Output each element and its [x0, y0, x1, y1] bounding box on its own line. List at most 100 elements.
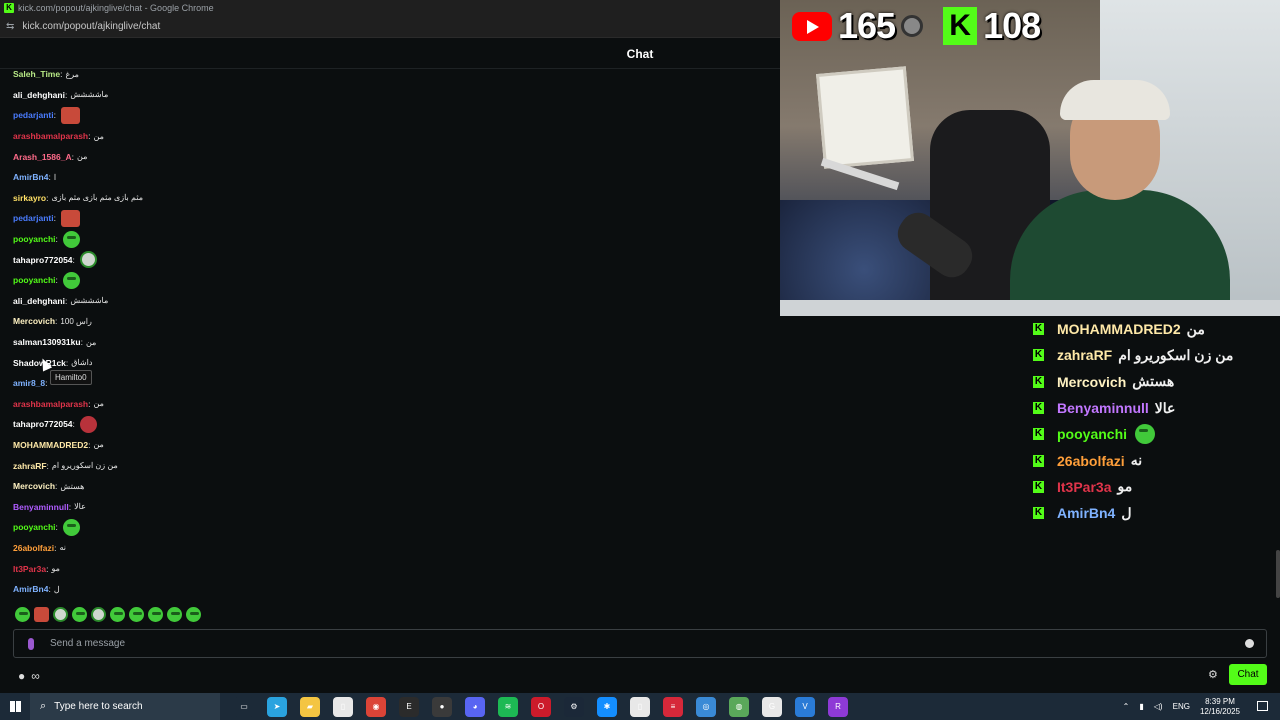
chat-username[interactable]: Saleh_Time — [13, 69, 60, 79]
kick-badge-icon: K — [1033, 480, 1044, 493]
emoji-picker-icon[interactable] — [1245, 639, 1254, 648]
chat-username[interactable]: MOHAMMADRED2 — [13, 440, 88, 450]
chat-username[interactable]: AmirBn4 — [13, 584, 48, 594]
spotify-icon[interactable]: ≋ — [498, 696, 518, 717]
send-chat-button[interactable]: Chat — [1229, 664, 1267, 685]
overlay-message: K Benyaminnull عالا — [1033, 395, 1280, 421]
chevron-up-icon[interactable]: ⌃ — [1123, 702, 1130, 711]
chat-username[interactable]: pooyanchi — [13, 234, 56, 244]
r-app-icon[interactable]: R — [828, 696, 848, 717]
windows-taskbar: ⌕ Type here to search ▭ ➤ ▰ ▯ ◉ E ● ◕ ≋ O ⚙ ✱ ▯ ≡ ◎ ◍ G V… — [0, 693, 1280, 720]
chat-username[interactable]: pooyanchi — [13, 275, 56, 285]
chat-text: من — [93, 399, 104, 409]
overlay-username: zahraRF — [1057, 347, 1113, 364]
emote-button[interactable] — [110, 607, 125, 622]
vpn-icon[interactable]: ◎ — [696, 696, 716, 717]
steam-icon[interactable]: ⚙ — [564, 696, 584, 717]
chat-username[interactable]: AmirBn4 — [13, 172, 48, 182]
clock[interactable]: 8:39 PM 12/16/2025 — [1200, 697, 1240, 717]
telegram-icon[interactable]: ➤ — [267, 696, 287, 717]
chat-username[interactable]: arashbamalparash — [13, 131, 88, 141]
chat-message: It3Par3a: مو — [13, 558, 713, 579]
chat-colon: : — [71, 151, 74, 162]
chrome-icon[interactable]: ◉ — [366, 696, 386, 717]
chat-username[interactable]: zahraRF — [13, 461, 47, 471]
volume-icon[interactable]: ◁) — [1154, 702, 1163, 711]
chat-username[interactable]: salman130931ku — [13, 337, 81, 347]
chat-username[interactable]: Mercovich — [13, 316, 55, 326]
opera-icon[interactable]: O — [531, 696, 551, 717]
chat-text: مرغ — [65, 69, 79, 79]
chat-colon: : — [55, 275, 58, 286]
chat-message: zahraRF: من زن اسکوریرو ام — [13, 455, 713, 476]
start-button[interactable] — [0, 693, 30, 720]
infinity-icon[interactable]: ∞ — [31, 669, 40, 683]
chat-username[interactable]: sirkayro — [13, 193, 46, 203]
discord-icon[interactable]: ◕ — [465, 696, 485, 717]
notepad-icon[interactable]: ▯ — [333, 696, 353, 717]
chat-username[interactable]: pedarjanti — [13, 213, 54, 223]
flash-icon[interactable]: ≡ — [663, 696, 683, 717]
chat-message: tahapro772054: — [13, 249, 713, 270]
taskbar-search[interactable]: ⌕ Type here to search — [30, 693, 220, 720]
points-icon[interactable]: ● — [18, 669, 25, 683]
obs-icon[interactable]: ● — [432, 696, 452, 717]
emote-button[interactable] — [34, 607, 49, 622]
chat-colon: : — [53, 213, 56, 224]
chat-emote-icon — [61, 106, 80, 124]
chat-username[interactable]: pooyanchi — [13, 522, 56, 532]
chat-message: Benyaminnull: عالا — [13, 496, 713, 517]
battlenet-icon[interactable]: ✱ — [597, 696, 617, 717]
emote-button[interactable] — [129, 607, 144, 622]
emote-button[interactable] — [91, 607, 106, 622]
file-explorer-icon[interactable]: ▰ — [300, 696, 320, 717]
chat-colon: : — [64, 295, 68, 306]
overlay-message: K 26abolfazi نه — [1033, 447, 1280, 473]
notification-icon[interactable] — [1257, 701, 1268, 711]
emote-button[interactable] — [15, 607, 30, 622]
chat-message: MOHAMMADRED2: من — [13, 435, 713, 456]
emote-button[interactable] — [53, 607, 68, 622]
gear-icon[interactable]: ⚙ — [1208, 668, 1218, 681]
emote-button[interactable] — [186, 607, 201, 622]
chat-emote-icon — [61, 209, 80, 227]
emote-button[interactable] — [72, 607, 87, 622]
vscode-icon[interactable]: V — [795, 696, 815, 717]
chat-username[interactable]: 26abolfazi — [13, 543, 54, 553]
chat-colon: : — [88, 131, 91, 142]
chat-username[interactable]: amir8_8 — [13, 378, 45, 388]
ghub-icon[interactable]: G — [762, 696, 782, 717]
language-indicator[interactable]: ENG — [1173, 702, 1190, 711]
task-view-icon[interactable]: ▭ — [234, 696, 254, 717]
earth-icon[interactable]: ◍ — [729, 696, 749, 717]
scrollbar-thumb[interactable] — [1276, 550, 1280, 598]
chat-username[interactable]: ali_dehghani — [13, 296, 65, 306]
emote-button[interactable] — [167, 607, 182, 622]
chat-username[interactable]: arashbamalparash — [13, 399, 88, 409]
chat-username[interactable]: It3Par3a — [13, 564, 46, 574]
chat-username[interactable]: Benyaminnull — [13, 502, 69, 512]
document-icon[interactable]: ▯ — [630, 696, 650, 717]
chat-username[interactable]: tahapro772054 — [13, 255, 73, 265]
microphone-tray-icon[interactable]: ▮ — [1139, 702, 1143, 711]
chat-username[interactable]: Arash_1586_A — [13, 152, 72, 162]
overlay-username: pooyanchi — [1057, 426, 1128, 443]
message-input[interactable] — [50, 638, 1245, 649]
chat-text: هستش — [60, 481, 85, 491]
site-info-icon[interactable]: ⇆ — [6, 21, 14, 32]
chat-colon: : — [55, 481, 58, 492]
chat-username[interactable]: tahapro772054 — [13, 419, 73, 429]
chat-username[interactable]: ali_dehghani — [13, 90, 65, 100]
chat-username[interactable]: pedarjanti — [13, 110, 54, 120]
chat-text: ا — [53, 172, 57, 182]
chat-text: راس 100 — [60, 316, 92, 326]
chat-username[interactable]: Mercovich — [13, 481, 55, 491]
windows-logo-icon — [9, 701, 21, 712]
chat-message: Mercovich: راس 100 — [13, 311, 713, 332]
url-text[interactable]: kick.com/popout/ajkinglive/chat — [22, 21, 160, 32]
message-input-box[interactable] — [13, 629, 1267, 658]
microphone-icon[interactable] — [28, 637, 34, 650]
epic-games-icon[interactable]: E — [399, 696, 419, 717]
chat-message: ali_dehghani: ماشششش — [13, 85, 713, 106]
emote-button[interactable] — [148, 607, 163, 622]
